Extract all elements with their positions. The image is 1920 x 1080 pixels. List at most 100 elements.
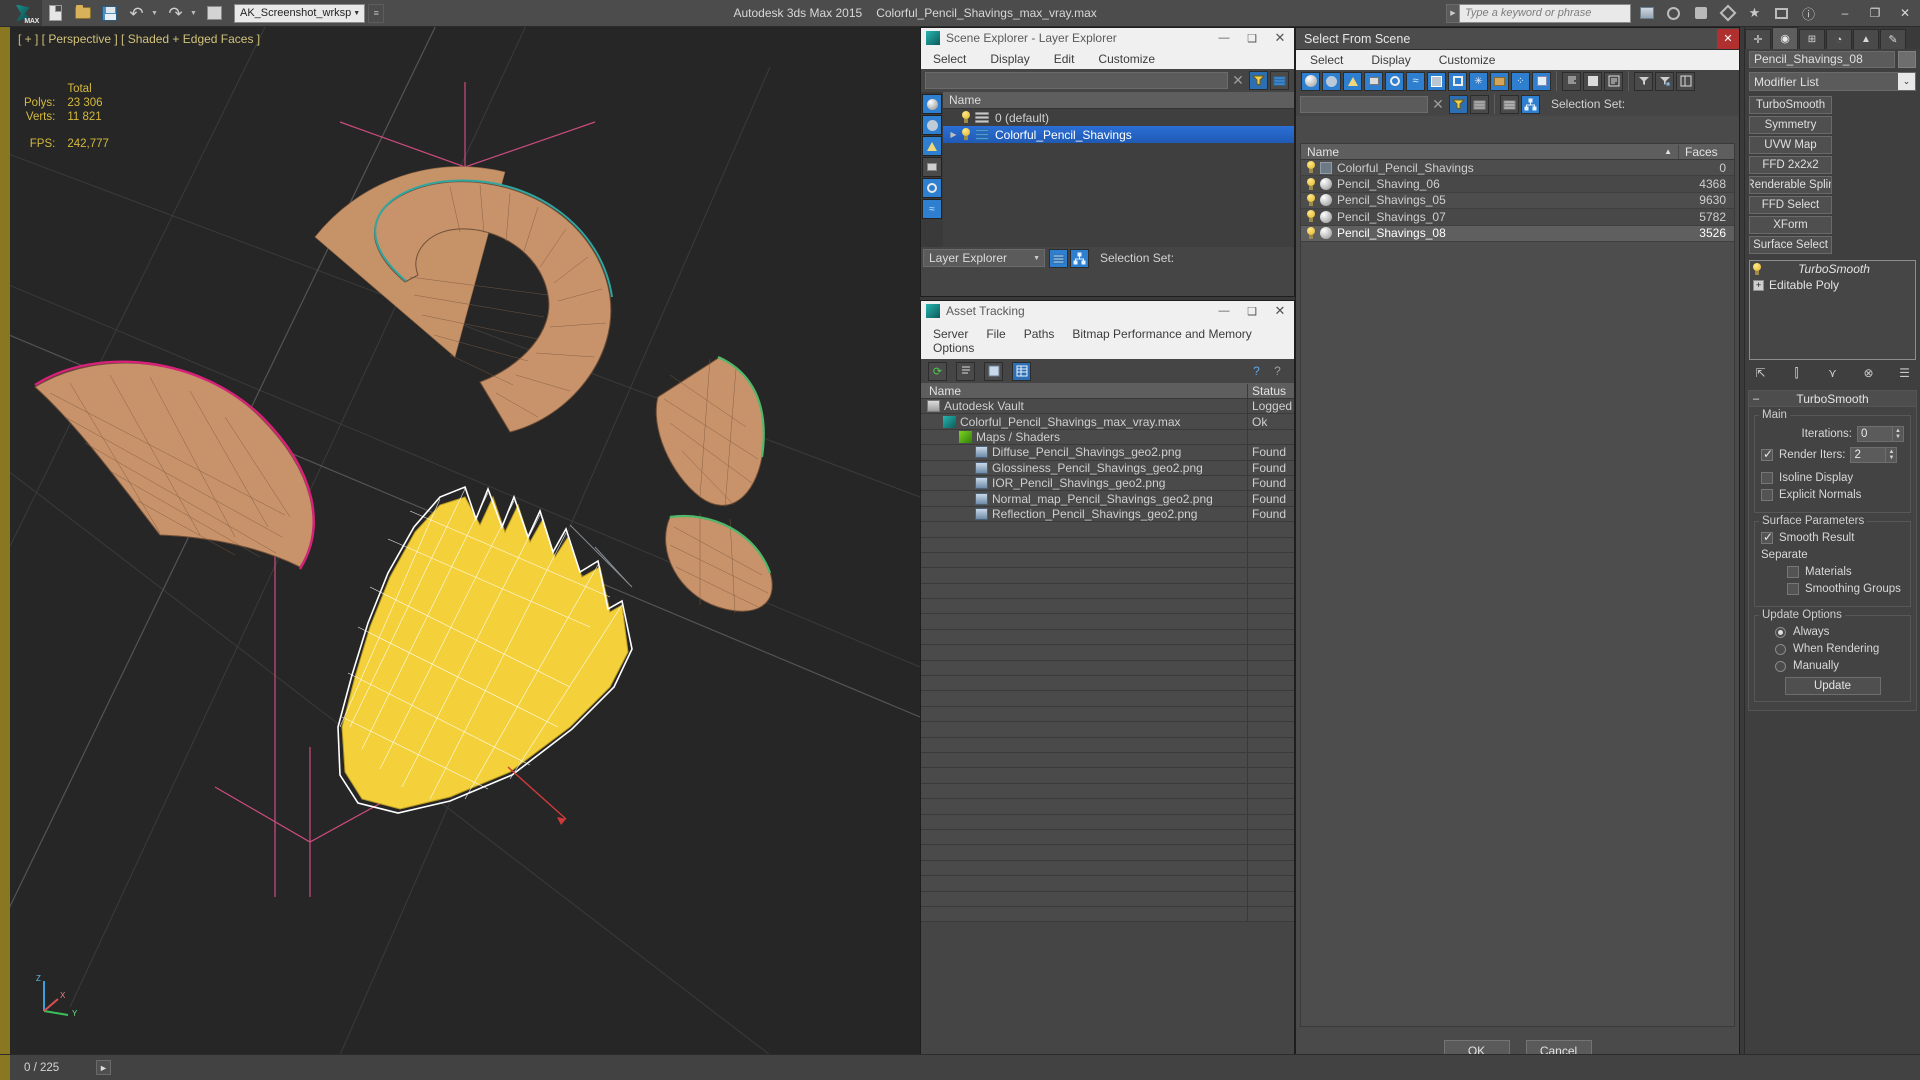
light-bulb-icon[interactable] [1305,193,1317,207]
layers-plain-icon[interactable] [1500,94,1519,114]
modifier-stack-item[interactable]: TurboSmooth [1750,261,1915,277]
filter-active-icon[interactable] [1449,94,1468,114]
perspective-viewport[interactable]: [ + ] [ Perspective ] [ Shaded + Edged F… [10,27,920,1055]
space-warps-filter-icon[interactable]: ≈ [1406,71,1425,91]
autodesk-360-icon[interactable] [1661,1,1686,26]
menu-select[interactable]: Select [1310,53,1343,67]
sort-ascending-icon[interactable]: ▲ [1664,147,1678,156]
scene-explorer-window[interactable]: Scene Explorer - Layer Explorer — ❑ ✕ Se… [920,27,1295,297]
iterations-spinner[interactable]: ▲ ▼ [1893,426,1904,442]
smoothing-groups-checkbox[interactable] [1787,583,1799,595]
filter-advanced-icon[interactable] [1655,71,1674,91]
undo-dropdown-icon[interactable]: ▼ [151,1,161,26]
modify-tab-icon[interactable]: ◉ [1772,27,1798,49]
update-option-manually[interactable]: Manually [1775,660,1904,672]
when-rendering-radio[interactable] [1775,643,1786,655]
table-row[interactable]: Diffuse_Pencil_Shavings_geo2.png Found [921,445,1294,461]
asset-tracking-table[interactable]: Name Status Autodesk Vault Logged Colorful… [921,383,1294,923]
undo-icon[interactable]: ↶ [124,1,149,26]
modifier-button[interactable]: XForm [1749,216,1832,234]
redo-dropdown-icon[interactable]: ▼ [190,1,200,26]
table-row[interactable]: Glossiness_Pencil_Shavings_geo2.png Found [921,460,1294,476]
detail-view-icon[interactable] [984,361,1003,381]
always-radio[interactable] [1775,626,1786,638]
table-row[interactable]: Maps / Shaders [921,429,1294,446]
menu-customize[interactable]: Customize [1439,53,1496,67]
3dsmax-logo-icon[interactable]: MAX [0,0,42,26]
materials-checkbox[interactable] [1787,566,1799,578]
asset-tracking-maximize[interactable]: ❑ [1238,301,1266,321]
column-status[interactable]: Status [1248,384,1294,398]
motion-tab-icon[interactable]: ◔ [1826,29,1852,49]
hierarchy-icon[interactable] [1070,248,1089,268]
table-row[interactable]: Pencil_Shavings_05 9630 [1301,192,1734,210]
smooth-result-checkbox[interactable] [1761,530,1773,544]
column-name[interactable]: Name ▲ [1301,145,1678,159]
window-close-button[interactable]: ✕ [1890,1,1920,25]
light-bulb-icon[interactable] [960,111,972,124]
menu-customize[interactable]: Customize [1098,52,1155,66]
none-filter-icon[interactable] [1532,71,1551,91]
helpers-filter-icon[interactable] [1385,71,1404,91]
menu-select[interactable]: Select [933,52,966,66]
modifier-button[interactable]: Symmetry [1749,116,1832,134]
display-flat-icon[interactable] [1562,71,1581,91]
space-warps-icon[interactable]: ≈ [922,199,942,219]
workspace-selector[interactable]: AK_Screenshot_wrksp ▼ [234,3,366,23]
table-row[interactable]: Pencil_Shavings_07 5782 [1301,209,1734,226]
asset-tracking-window[interactable]: Asset Tracking — ❑ ✕ Server File Paths B… [920,300,1295,1070]
scene-explorer-search-input[interactable] [925,72,1228,89]
light-bulb-icon[interactable] [960,128,972,141]
scene-explorer-minimize[interactable]: — [1210,28,1238,48]
menu-server[interactable]: Server [933,327,968,341]
groups-filter-icon[interactable] [1427,71,1446,91]
redo-icon[interactable]: ↷ [163,1,188,26]
modifier-button[interactable]: TurboSmooth [1749,96,1832,114]
select-from-scene-titlebar[interactable]: Select From Scene ✕ [1296,28,1739,50]
display-list-icon[interactable] [1604,71,1623,91]
table-row[interactable]: Normal_map_Pencil_Shavings_geo2.png Found [921,491,1294,507]
chevron-down-icon[interactable]: ⌄ [1898,73,1915,90]
turbosmooth-rollout[interactable]: – TurboSmooth Main Iterations: 0 ▲▼ Rend… [1748,390,1917,711]
light-bulb-icon[interactable] [1751,262,1763,276]
project-folder-icon[interactable] [202,1,227,26]
table-row[interactable]: Pencil_Shaving_06 4368 [1301,176,1734,193]
modifier-button[interactable]: FFD 2x2x2 [1749,156,1832,174]
filter-funnel-icon[interactable] [1634,71,1653,91]
search-dropdown-icon[interactable]: ▶ [1446,3,1459,23]
open-file-icon[interactable] [70,1,95,26]
modifier-stack-item[interactable]: + Editable Poly [1750,277,1915,293]
collapse-icon[interactable]: – [1753,393,1759,405]
command-panel[interactable]: ✛ ◉ ⊞ ◔ ▲ ✎ Pencil_Shavings_08 Modifier … [1744,27,1920,1080]
column-faces[interactable]: Faces [1678,144,1734,159]
lights-filter-icon[interactable] [1343,71,1362,91]
asset-tracking-titlebar[interactable]: Asset Tracking — ❑ ✕ [921,301,1294,321]
geometry-filter-icon[interactable] [1301,71,1320,91]
modifier-list-dropdown[interactable]: Modifier List ⌄ [1749,72,1916,91]
particles-filter-icon[interactable]: ⁘ [1511,71,1530,91]
layer-row[interactable]: ▶ Colorful_Pencil_Shavings [943,126,1294,143]
clear-x-icon[interactable]: ✕ [1228,72,1248,89]
helpers-icon[interactable] [922,178,942,198]
light-bulb-icon[interactable] [1305,161,1317,174]
light-bulb-icon[interactable] [1305,177,1317,191]
pin-stack-icon[interactable]: ⇱ [1751,364,1770,383]
display-tab-icon[interactable]: ▲ [1853,29,1879,49]
table-row[interactable]: Colorful_Pencil_Shavings_max_vray.max Ok [921,414,1294,430]
table-row[interactable]: Autodesk Vault Logged [921,399,1294,415]
layers-toggle-icon[interactable] [1049,248,1068,268]
search-input[interactable]: Type a keyword or phrase [1459,3,1631,23]
manually-radio[interactable] [1775,660,1786,672]
toolbar-overflow-icon[interactable]: ≡ [368,3,385,23]
modifier-stack[interactable]: TurboSmooth + Editable Poly [1749,260,1916,360]
menu-paths[interactable]: Paths [1024,327,1055,341]
explicit-normals-checkbox[interactable] [1761,489,1773,501]
xrefs-filter-icon[interactable] [1448,71,1467,91]
menu-display[interactable]: Display [990,52,1029,66]
lights-icon[interactable] [922,136,942,156]
menu-options[interactable]: Options [933,341,1276,355]
help-sign-in-icon[interactable] [1688,1,1713,26]
object-name-input[interactable]: Pencil_Shavings_08 [1749,50,1895,68]
render-iters-spinner[interactable]: ▲ ▼ [1886,447,1898,463]
show-end-result-icon[interactable]: ⫿ [1787,364,1806,383]
